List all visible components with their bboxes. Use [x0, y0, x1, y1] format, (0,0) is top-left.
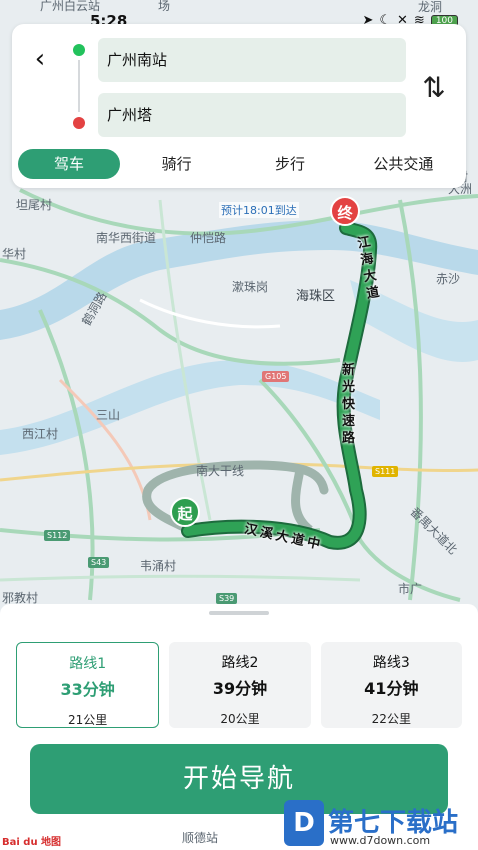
- map-label: 坦尾村: [16, 198, 53, 212]
- route-distance: 21公里: [68, 713, 108, 727]
- map-label: 仲恺路: [190, 231, 227, 245]
- road-shield: S112: [44, 530, 71, 541]
- tab-drive[interactable]: 驾车: [18, 149, 120, 179]
- road-shield: S111: [372, 466, 399, 477]
- map-label: 三山: [96, 408, 121, 422]
- map-label: 顺德站: [182, 831, 219, 845]
- tab-transit[interactable]: 公共交通: [347, 149, 460, 179]
- map-label: 漱珠岗: [232, 280, 269, 294]
- route-connector: [78, 60, 80, 112]
- tab-walk[interactable]: 步行: [233, 149, 346, 179]
- road-shield: S43: [88, 557, 110, 568]
- map-label: 南华西街道: [96, 231, 157, 245]
- route-options: 路线1 33分钟 21公里 路线2 39分钟 20公里 路线3 41分钟 22公…: [16, 642, 462, 728]
- swap-arrows-icon: ⇅: [422, 71, 446, 104]
- route-time: 33分钟: [60, 680, 115, 699]
- road-shield: S39: [216, 593, 238, 604]
- back-button[interactable]: ‹: [28, 44, 52, 76]
- route-name: 路线3: [372, 655, 410, 671]
- route-distance: 20公里: [220, 712, 260, 726]
- route-road-label: 新光快速路: [342, 363, 356, 446]
- route-name: 路线1: [69, 656, 107, 672]
- route-time: 41分钟: [364, 679, 419, 698]
- chevron-left-icon: ‹: [34, 44, 46, 74]
- map-label: 市广: [398, 582, 423, 596]
- drag-handle[interactable]: [209, 611, 269, 615]
- road-shield: G105: [262, 371, 290, 382]
- route-name: 路线2: [221, 655, 259, 671]
- route-option-3[interactable]: 路线3 41分钟 22公里: [320, 642, 462, 728]
- swap-button[interactable]: ⇅: [420, 68, 448, 108]
- start-marker[interactable]: 起: [170, 497, 200, 527]
- map-label: 南大干线: [196, 464, 245, 478]
- map-label: 赤沙: [436, 272, 461, 286]
- end-marker[interactable]: 终: [330, 196, 360, 226]
- end-dot-icon: [73, 117, 85, 129]
- route-distance: 22公里: [371, 712, 411, 726]
- map-label: 韦涌村: [140, 559, 177, 573]
- travel-mode-tabs: 驾车 骑行 步行 公共交通: [18, 149, 460, 179]
- baidu-logo: Bai du 地图: [2, 837, 62, 848]
- map-label: 海珠区: [296, 289, 336, 304]
- route-option-2[interactable]: 路线2 39分钟 20公里: [169, 642, 311, 728]
- origin-field[interactable]: 广州南站: [98, 38, 406, 82]
- route-time: 39分钟: [212, 679, 268, 698]
- route-search-card: ‹ 广州南站 广州塔 ⇅ 驾车 骑行 步行 公共交通: [12, 24, 466, 188]
- start-dot-icon: [73, 44, 85, 56]
- route-option-1[interactable]: 路线1 33分钟 21公里: [16, 642, 160, 728]
- watermark-url: www.d7down.com: [330, 834, 431, 847]
- map-label: 西江村: [22, 427, 59, 441]
- watermark: D 第七下载站 www.d7down.com: [284, 800, 478, 850]
- tab-bike[interactable]: 骑行: [120, 149, 233, 179]
- destination-field[interactable]: 广州塔: [98, 93, 406, 137]
- map-label: 华村: [2, 247, 27, 261]
- watermark-logo-icon: D: [284, 800, 324, 846]
- eta-label: 预计18:01到达: [219, 202, 299, 218]
